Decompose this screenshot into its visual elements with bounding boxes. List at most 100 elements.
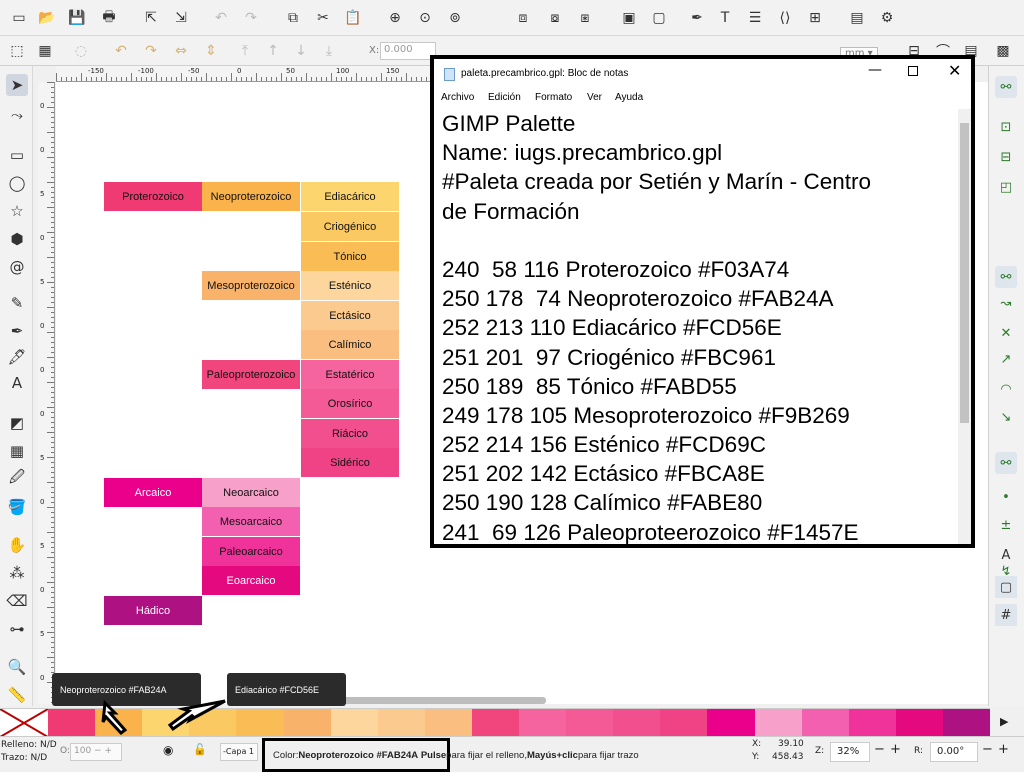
snap-grid-icon[interactable]: ▢ <box>995 576 1017 598</box>
deselect-icon[interactable]: ◌ <box>70 40 92 62</box>
selector-tool-icon[interactable]: ➤ <box>6 74 28 96</box>
text-icon[interactable]: T <box>714 7 736 29</box>
notepad-scroll-thumb[interactable] <box>960 123 969 423</box>
palette-swatch[interactable] <box>48 709 96 737</box>
chart-cell-siderico[interactable]: Sidérico <box>301 448 399 477</box>
maximize-button[interactable] <box>908 66 918 76</box>
group-icon[interactable]: ▣ <box>618 7 640 29</box>
fill-stroke-icon[interactable]: ✒ <box>686 7 708 29</box>
no-paint-swatch[interactable] <box>0 708 49 738</box>
chart-cell-tonico[interactable]: Tónico <box>301 242 399 271</box>
dropper-tool-icon[interactable]: 🖉 <box>6 468 28 490</box>
menu-ver[interactable]: Ver <box>587 92 602 103</box>
raise-icon[interactable]: ↑ <box>262 40 284 62</box>
text-tool-icon[interactable]: A <box>6 372 28 394</box>
snap-path-icon[interactable]: ↝ <box>995 292 1017 314</box>
chart-cell-eoarcaico[interactable]: Eoarcaico <box>202 566 300 595</box>
copy-icon[interactable]: ⧉ <box>282 7 304 29</box>
snap-midpoint-icon[interactable]: ↘ <box>995 406 1017 428</box>
zoom-in-button[interactable]: + <box>890 742 901 757</box>
close-button[interactable]: ✕ <box>948 61 961 80</box>
select-all-icon[interactable]: ⬚ <box>6 40 28 62</box>
chart-cell-arcaico[interactable]: Arcaico <box>104 478 202 507</box>
measure-tool-icon[interactable]: 📏 <box>6 684 28 706</box>
rectangle-tool-icon[interactable]: ▭ <box>6 144 28 166</box>
zoom-out-button[interactable]: − <box>874 742 885 757</box>
palette-swatch[interactable] <box>895 709 944 737</box>
rotate-cw-icon[interactable]: ↷ <box>140 40 162 62</box>
xml-editor-icon[interactable]: ⟨⟩ <box>774 7 796 29</box>
lower-to-bottom-icon[interactable]: ⤓ <box>318 40 340 62</box>
chart-cell-hadico[interactable]: Hádico <box>104 596 202 625</box>
ellipse-tool-icon[interactable]: ◯ <box>6 172 28 194</box>
snap-nodes-icon[interactable]: ⚯ <box>995 266 1017 288</box>
open-icon[interactable]: 📂 <box>36 7 58 29</box>
zoom-selection-icon[interactable]: ⊕ <box>384 7 406 29</box>
chart-cell-neoarcaico[interactable]: Neoarcaico <box>202 478 300 507</box>
palette-swatch[interactable] <box>330 709 379 737</box>
rotate-cw-button[interactable]: + <box>998 742 1009 757</box>
save-icon[interactable]: 💾 <box>66 7 88 29</box>
cut-icon[interactable]: ✂ <box>312 7 334 29</box>
snap-intersection-icon[interactable]: ✕ <box>995 322 1017 344</box>
chart-cell-estaterico[interactable]: Estatérico <box>301 360 399 389</box>
box3d-tool-icon[interactable]: ⬢ <box>6 228 28 250</box>
paste-icon[interactable]: 📋 <box>342 7 364 29</box>
palette-swatch[interactable] <box>377 709 426 737</box>
palette-swatch[interactable] <box>566 709 614 737</box>
paint-bucket-tool-icon[interactable]: 🪣 <box>6 496 28 518</box>
undo-icon[interactable]: ↶ <box>210 7 232 29</box>
snap-bbox-corner-icon[interactable]: ◰ <box>995 176 1017 198</box>
canvas-scrollbar-horizontal[interactable] <box>340 697 546 704</box>
chart-cell-mesoarcaico[interactable]: Mesoarcaico <box>202 507 300 536</box>
rotation-input[interactable]: 0.00° <box>930 742 978 762</box>
palette-swatch[interactable] <box>424 709 473 737</box>
x-input[interactable]: 0.000 <box>380 42 436 60</box>
gradient-tool-icon[interactable]: ◩ <box>6 412 28 434</box>
pen-tool-icon[interactable]: ✒ <box>6 320 28 342</box>
connector-tool-icon[interactable]: ⊶ <box>6 618 28 640</box>
lock-icon[interactable]: 🔓 <box>193 743 207 756</box>
lower-icon[interactable]: ↓ <box>290 40 312 62</box>
import-icon[interactable]: ⇱ <box>140 7 162 29</box>
palette-scroll-button[interactable]: ▶ <box>990 708 1024 736</box>
flip-horizontal-icon[interactable]: ⇔ <box>170 40 192 62</box>
snap-rotation-center-icon[interactable]: • <box>995 486 1017 508</box>
raise-to-top-icon[interactable]: ⤒ <box>234 40 256 62</box>
layers-icon[interactable]: ☰ <box>744 7 766 29</box>
spiral-tool-icon[interactable]: @ <box>6 256 28 278</box>
palette-swatch[interactable] <box>613 709 661 737</box>
align-icon[interactable]: ⊞ <box>804 7 826 29</box>
opacity-spinner[interactable]: 100 − + <box>70 743 122 761</box>
menu-formato[interactable]: Formato <box>535 92 572 103</box>
chart-cell-ectasico[interactable]: Ectásico <box>301 301 399 330</box>
move-patterns-icon[interactable]: ▩ <box>992 40 1014 62</box>
zoom-page-icon[interactable]: ⊚ <box>444 7 466 29</box>
eraser-tool-icon[interactable]: ⌫ <box>6 590 28 612</box>
menu-edicion[interactable]: Edición <box>488 92 521 103</box>
zoom-tool-icon[interactable]: 🔍 <box>6 656 28 678</box>
chart-cell-paleoproterozoico[interactable]: Paleoproterozoico <box>202 360 300 389</box>
chart-cell-calimico[interactable]: Calímico <box>301 330 399 359</box>
palette-swatch[interactable] <box>707 709 755 737</box>
snap-page-border-icon[interactable]: A <box>995 544 1017 566</box>
print-icon[interactable]: 🖶 <box>98 7 120 29</box>
snap-smooth-icon[interactable]: ◠ <box>995 378 1017 400</box>
new-document-icon[interactable]: ▭ <box>8 7 30 29</box>
notepad-window[interactable]: paleta.precambrico.gpl: Bloc de notas — … <box>430 55 975 548</box>
snap-bbox-edge-icon[interactable]: ⊟ <box>995 146 1017 168</box>
document-properties-icon[interactable]: ▤ <box>846 7 868 29</box>
rotate-ccw-icon[interactable]: ↶ <box>110 40 132 62</box>
preferences-icon[interactable]: ⚙ <box>876 7 898 29</box>
eye-icon[interactable]: ◉ <box>163 743 173 757</box>
palette-swatch[interactable] <box>801 709 850 737</box>
node-tool-icon[interactable]: ⤳ <box>6 104 28 126</box>
palette-swatch[interactable] <box>942 709 991 737</box>
chart-cell-riacico[interactable]: Riácico <box>301 419 399 448</box>
palette-swatch[interactable] <box>519 709 567 737</box>
chart-cell-paleoarcaico[interactable]: Paleoarcaico <box>202 537 300 566</box>
snap-guide-icon[interactable]: # <box>995 604 1017 626</box>
snap-bbox-icon[interactable]: ⊡ <box>995 116 1017 138</box>
snap-center-icon[interactable]: ⚯ <box>995 452 1017 474</box>
zoom-input[interactable]: 32% <box>830 742 870 762</box>
